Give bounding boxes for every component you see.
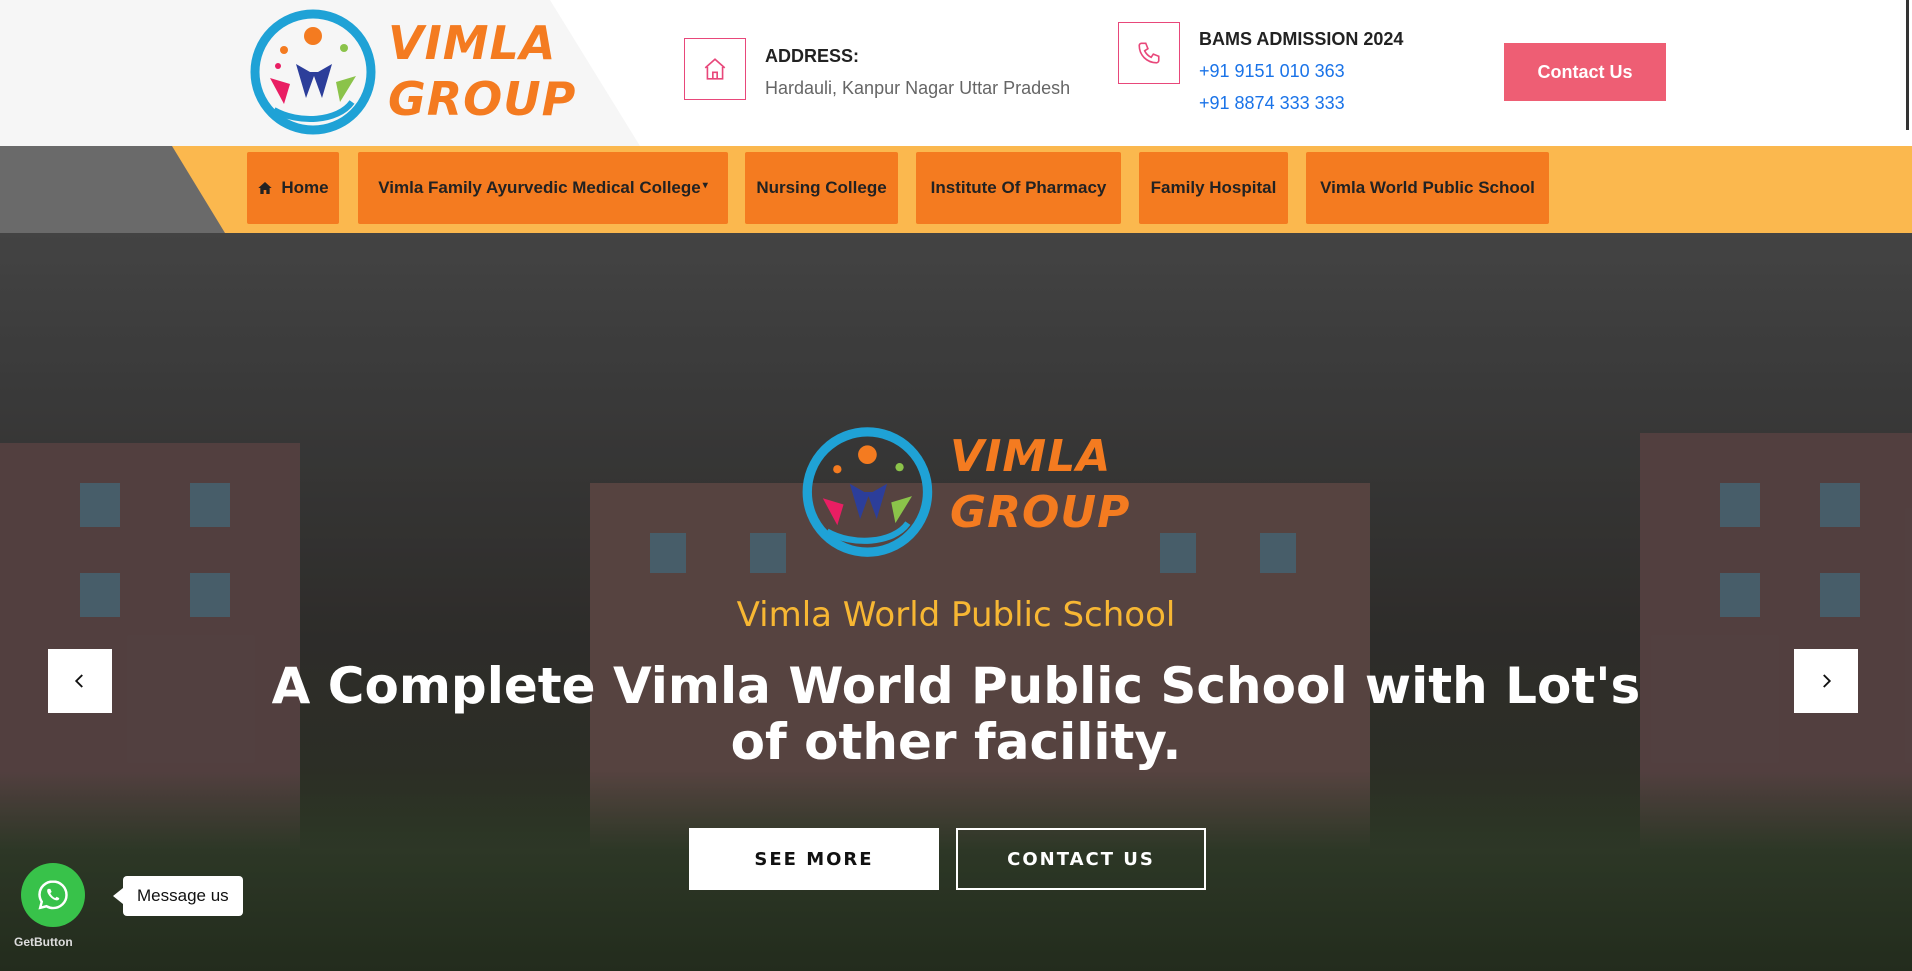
top-header: VIMLA GROUP ADDRESS: Hardauli, Kanpur Na… bbox=[0, 0, 1912, 146]
house-icon bbox=[684, 38, 746, 100]
whatsapp-icon bbox=[38, 880, 68, 910]
hero-title: A Complete Vimla World Public School wit… bbox=[271, 657, 1641, 771]
chevron-left-icon bbox=[74, 674, 83, 688]
hero-brand-line2: GROUP bbox=[950, 487, 1131, 538]
home-icon bbox=[258, 182, 273, 194]
brand-name-line2: GROUP bbox=[388, 72, 577, 126]
hero-logo: VIMLA GROUP bbox=[800, 421, 1129, 561]
getbutton-badge[interactable]: GetButton bbox=[14, 935, 73, 949]
nav-item-label: Home bbox=[281, 178, 329, 197]
nav-item-home[interactable]: Home bbox=[247, 152, 339, 224]
hero-subtitle: Vimla World Public School bbox=[736, 595, 1176, 635]
slider-next-button[interactable] bbox=[1794, 649, 1858, 713]
nav-item-label: Family Hospital bbox=[1150, 178, 1277, 197]
admission-title: BAMS ADMISSION 2024 bbox=[1199, 29, 1404, 49]
see-more-button[interactable]: SEE MORE bbox=[689, 828, 939, 890]
chevron-right-icon bbox=[1823, 674, 1832, 688]
scrollbar[interactable] bbox=[1906, 0, 1909, 130]
hero-slider: VIMLA GROUP Vimla World Public School A … bbox=[0, 233, 1912, 971]
nav-wedge bbox=[0, 146, 225, 233]
contact-us-button[interactable]: Contact Us bbox=[1504, 43, 1666, 101]
whatsapp-message-bubble[interactable]: Message us bbox=[113, 876, 243, 916]
nav-item-label: Institute Of Pharmacy bbox=[930, 178, 1107, 197]
nav-item-label: Vimla Family Ayurvedic Medical College bbox=[378, 178, 701, 197]
nav-item-label: Nursing College bbox=[756, 178, 887, 197]
whatsapp-button[interactable] bbox=[21, 863, 85, 927]
nav-item-nursing-college[interactable]: Nursing College bbox=[745, 152, 898, 224]
hero-brand-line1: VIMLA bbox=[950, 431, 1112, 482]
address-title: ADDRESS: bbox=[765, 46, 860, 66]
nav-item-label: Vimla World Public School bbox=[1320, 178, 1535, 197]
phone-link-1[interactable]: +91 9151 010 363 bbox=[1199, 61, 1345, 82]
main-navigation: Home Vimla Family Ayurvedic Medical Coll… bbox=[0, 146, 1912, 233]
nav-item-pharmacy[interactable]: Institute Of Pharmacy bbox=[916, 152, 1121, 224]
logo-emblem-icon bbox=[250, 9, 376, 135]
nav-item-family-hospital[interactable]: Family Hospital bbox=[1139, 152, 1288, 224]
logo-emblem-icon bbox=[802, 427, 933, 557]
brand-name-line1: VIMLA bbox=[388, 16, 557, 70]
phone-icon bbox=[1118, 22, 1180, 84]
site-logo[interactable]: VIMLA GROUP bbox=[248, 6, 575, 136]
slider-prev-button[interactable] bbox=[48, 649, 112, 713]
nav-item-public-school[interactable]: Vimla World Public School bbox=[1306, 152, 1549, 224]
phone-link-2[interactable]: +91 8874 333 333 bbox=[1199, 93, 1345, 114]
hero-contact-button[interactable]: CONTACT US bbox=[956, 828, 1206, 890]
address-text: Hardauli, Kanpur Nagar Uttar Pradesh bbox=[765, 78, 1071, 98]
chevron-down-icon: ▾ bbox=[702, 179, 708, 191]
nav-item-ayurvedic-college[interactable]: Vimla Family Ayurvedic Medical College ▾ bbox=[358, 152, 728, 224]
